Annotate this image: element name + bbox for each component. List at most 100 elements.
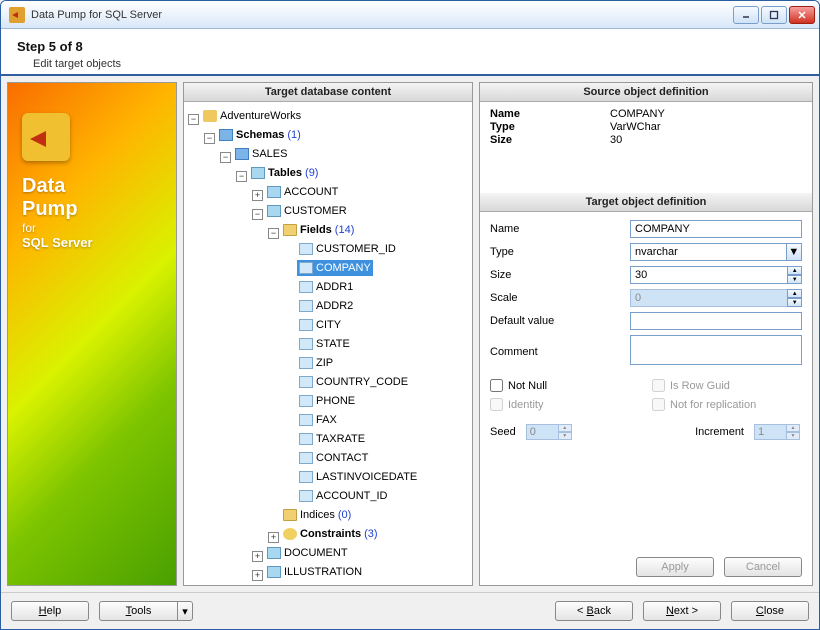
tree-toggle[interactable]: −: [188, 114, 199, 125]
name-input[interactable]: [630, 220, 802, 238]
tree-constraints[interactable]: Constraints (3): [281, 526, 380, 542]
step-title: Step 5 of 8: [17, 39, 803, 54]
tree-field-item[interactable]: FAX: [297, 412, 339, 428]
tree-toggle[interactable]: −: [252, 209, 263, 220]
size-input[interactable]: [630, 266, 787, 284]
tree-table-item[interactable]: ILLUSTRATION: [265, 564, 364, 580]
tree-field-item[interactable]: CONTACT: [297, 450, 370, 466]
apply-button[interactable]: Apply: [636, 557, 714, 577]
tree-field-item[interactable]: ADDR2: [297, 298, 355, 314]
schema-icon: [219, 129, 233, 141]
next-button[interactable]: Next >: [643, 601, 721, 621]
source-def-block: NameCOMPANY TypeVarWChar Size30: [480, 102, 812, 153]
scale-spinner: ▲▼: [787, 289, 802, 307]
tree-field-item[interactable]: LASTINVOICEDATE: [297, 469, 419, 485]
field-icon: [299, 357, 313, 369]
size-spinner[interactable]: ▲▼: [787, 266, 802, 284]
product-sidebar: Data Pump for SQL Server: [7, 82, 177, 586]
tree-schema-item[interactable]: SALES: [233, 146, 289, 162]
tree-toggle[interactable]: +: [252, 190, 263, 201]
field-icon: [299, 319, 313, 331]
tree-toggle[interactable]: +: [268, 532, 279, 543]
increment-label: Increment: [695, 426, 744, 438]
tree-toggle[interactable]: −: [236, 171, 247, 182]
tree-field-item[interactable]: COUNTRY_CODE: [297, 374, 410, 390]
tree-field-item[interactable]: COMPANY: [297, 260, 373, 276]
schema-icon: [235, 148, 249, 160]
tree-table-item[interactable]: CUSTOMER: [265, 203, 349, 219]
tree-table-item[interactable]: ITEM: [265, 583, 312, 585]
scale-label: Scale: [490, 292, 630, 304]
target-def-title: Target object definition: [480, 193, 812, 212]
source-type-value: VarWChar: [610, 121, 802, 133]
identity-check: Identity: [490, 398, 640, 411]
minimize-button[interactable]: [733, 6, 759, 24]
rowguid-check: Is Row Guid: [652, 379, 802, 392]
table-icon: [267, 186, 281, 198]
tree-table-item[interactable]: ACCOUNT: [265, 184, 340, 200]
table-icon: [251, 167, 265, 179]
size-label: Size: [490, 269, 630, 281]
close-button[interactable]: Close: [731, 601, 809, 621]
increment-spinner: ▲▼: [754, 424, 802, 440]
field-icon: [299, 376, 313, 388]
tree-field-item[interactable]: PHONE: [297, 393, 357, 409]
tree-schemas[interactable]: Schemas (1): [217, 127, 303, 143]
step-description: Edit target objects: [17, 58, 803, 70]
cancel-button[interactable]: Cancel: [724, 557, 802, 577]
tree-table-item[interactable]: DOCUMENT: [265, 545, 350, 561]
tree-field-item[interactable]: CITY: [297, 317, 343, 333]
content-area: Data Pump for SQL Server Target database…: [1, 76, 819, 592]
tree-toggle[interactable]: −: [268, 228, 279, 239]
help-button[interactable]: Help: [11, 601, 89, 621]
key-icon: [283, 528, 297, 540]
tree-toggle[interactable]: −: [220, 152, 231, 163]
tree-field-item[interactable]: CUSTOMER_ID: [297, 241, 398, 257]
field-icon: [299, 300, 313, 312]
tree-tables[interactable]: Tables (9): [249, 165, 320, 181]
product-name-2: Pump: [22, 198, 78, 221]
tree-panel: Target database content −AdventureWorks …: [183, 82, 473, 586]
object-tree[interactable]: −AdventureWorks −Schemas (1) −SALES −Tab…: [184, 102, 472, 585]
tree-field-item[interactable]: ADDR1: [297, 279, 355, 295]
tree-toggle[interactable]: +: [252, 570, 263, 581]
tree-indices[interactable]: Indices (0): [281, 507, 353, 523]
back-button[interactable]: < Back: [555, 601, 633, 621]
default-label: Default value: [490, 315, 630, 327]
wizard-header: Step 5 of 8 Edit target objects: [1, 29, 819, 76]
field-icon: [299, 395, 313, 407]
seed-spinner: ▲▼: [526, 424, 574, 440]
comment-input[interactable]: [630, 335, 802, 365]
tools-dropdown-icon[interactable]: ▾: [177, 601, 193, 621]
titlebar[interactable]: Data Pump for SQL Server: [1, 1, 819, 29]
tools-button[interactable]: Tools ▾: [99, 601, 193, 621]
tree-toggle[interactable]: +: [252, 551, 263, 562]
type-combo[interactable]: [630, 243, 786, 261]
tree-fields[interactable]: Fields (14): [281, 222, 356, 238]
tree-toggle[interactable]: −: [204, 133, 215, 144]
source-name-value: COMPANY: [610, 108, 802, 120]
tree-field-item[interactable]: TAXRATE: [297, 431, 367, 447]
product-name-1: Data: [22, 175, 65, 198]
tree-field-item[interactable]: ACCOUNT_ID: [297, 488, 390, 504]
notnull-check[interactable]: Not Null: [490, 379, 640, 392]
folder-icon: [283, 224, 297, 236]
default-input[interactable]: [630, 312, 802, 330]
source-size-label: Size: [490, 134, 610, 146]
folder-icon: [283, 509, 297, 521]
type-dropdown-button[interactable]: ▼: [786, 243, 802, 261]
app-window: Data Pump for SQL Server Step 5 of 8 Edi…: [0, 0, 820, 630]
product-name-4: SQL Server: [22, 235, 93, 250]
scale-input: [630, 289, 787, 307]
type-label: Type: [490, 246, 630, 258]
field-icon: [299, 262, 313, 274]
tree-field-item[interactable]: ZIP: [297, 355, 335, 371]
db-icon: [203, 110, 217, 122]
definition-panel: Source object definition NameCOMPANY Typ…: [479, 82, 813, 586]
close-window-button[interactable]: [789, 6, 815, 24]
app-icon: [9, 7, 25, 23]
tree-field-item[interactable]: STATE: [297, 336, 352, 352]
maximize-button[interactable]: [761, 6, 787, 24]
field-icon: [299, 338, 313, 350]
tree-database[interactable]: AdventureWorks: [201, 108, 303, 124]
